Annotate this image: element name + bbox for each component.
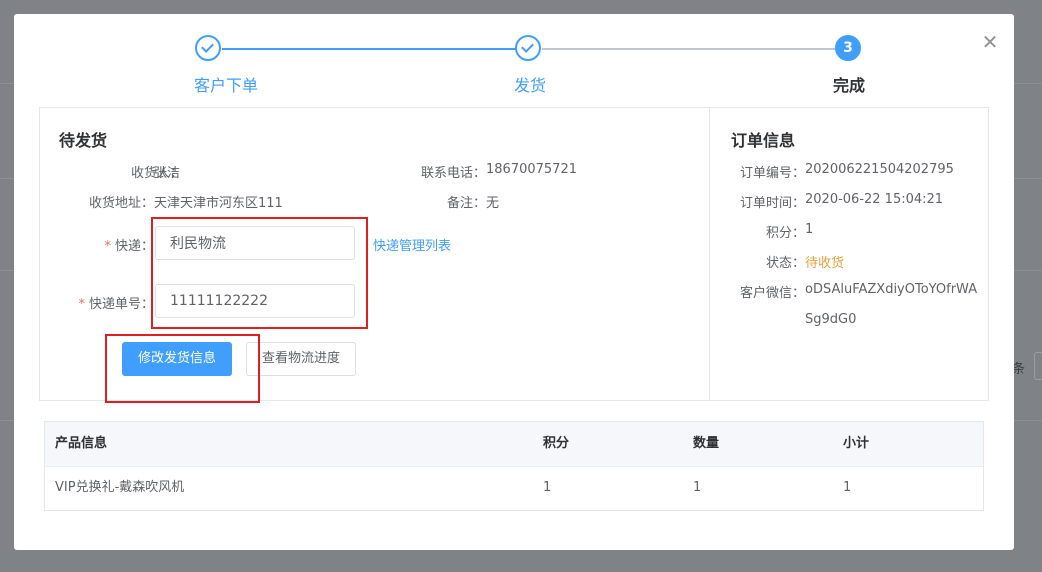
address-value: 天津天津市河东区111 (154, 196, 283, 211)
order-status-value: 待收货 (805, 256, 845, 271)
wechat-value-line1: oDSAluFAZXdiyOToYOfrWA (805, 282, 978, 297)
cell-points: 1 (543, 480, 552, 495)
order-detail-dialog: ✕ 客户下单 发货 3 完成 待发货 收货人： 张洁 联系电话： 1867007… (14, 14, 1014, 550)
cell-quantity: 1 (693, 480, 702, 495)
courier-management-link[interactable]: 快递管理列表 (373, 235, 451, 254)
order-number-label: 订单编号： (739, 166, 805, 181)
tracking-number-input[interactable] (155, 284, 355, 318)
view-logistics-button[interactable]: 查看物流进度 (246, 342, 356, 376)
bg-pagination-edge (1034, 352, 1042, 380)
step-3-number: 3 (835, 35, 861, 61)
remark-value: 无 (486, 196, 500, 211)
order-info-title: 订单信息 (731, 131, 796, 150)
order-number-value: 202006221504202795 (805, 162, 954, 177)
modify-shipping-button[interactable]: 修改发货信息 (122, 342, 232, 376)
phone-label: 联系电话： (420, 166, 486, 181)
required-asterisk: * (78, 297, 85, 312)
phone-value: 18670075721 (486, 162, 577, 177)
wechat-value-line2: Sg9dG0 (805, 312, 857, 327)
column-header-quantity: 数量 (693, 436, 720, 451)
table-header: 产品信息 积分 数量 小计 (45, 422, 983, 467)
remark-label: 备注： (446, 196, 486, 211)
tracking-label: * 快递单号： (59, 293, 154, 312)
order-status-label: 状态： (765, 256, 805, 271)
shipping-title: 待发货 (59, 131, 108, 150)
step-1-check-icon (195, 35, 221, 61)
courier-label-text: 快递： (114, 239, 154, 254)
close-icon[interactable]: ✕ (980, 32, 1000, 52)
step-connector-pending (542, 48, 836, 50)
required-asterisk: * (104, 239, 111, 254)
step-connector-done (222, 48, 516, 50)
step-3-title: 完成 (832, 76, 865, 95)
receiver-value: 张洁 (154, 166, 181, 181)
cell-product: VIP兑换礼-戴森吹风机 (55, 480, 185, 495)
courier-input[interactable] (155, 226, 355, 260)
tracking-label-text: 快递单号： (88, 297, 154, 312)
column-header-points: 积分 (543, 436, 570, 451)
step-2-check-icon (515, 35, 541, 61)
order-time-label: 订单时间： (739, 196, 805, 211)
order-points-label: 积分： (765, 226, 805, 241)
order-time-value: 2020-06-22 15:04:21 (805, 192, 944, 207)
address-label: 收货地址： (88, 196, 154, 211)
column-header-product: 产品信息 (55, 436, 108, 451)
courier-label: * 快递： (59, 235, 154, 254)
product-table: 产品信息 积分 数量 小计 VIP兑换礼-戴森吹风机 1 1 1 (44, 421, 984, 511)
wechat-label: 客户微信： (739, 286, 805, 301)
order-points-value: 1 (805, 222, 814, 237)
cell-subtotal: 1 (843, 480, 852, 495)
column-header-subtotal: 小计 (843, 436, 870, 451)
step-1-title: 客户下单 (193, 76, 258, 95)
step-2-title: 发货 (513, 76, 546, 95)
